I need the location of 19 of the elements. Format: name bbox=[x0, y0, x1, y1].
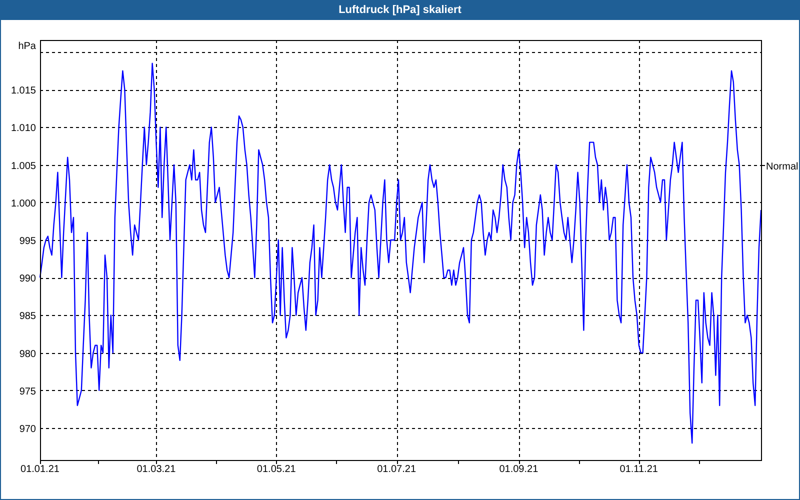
x-tick-label: 01.11.21 bbox=[620, 464, 658, 475]
y-tick-label: 1.015 bbox=[10, 86, 36, 97]
y-tick-label: 970 bbox=[19, 424, 36, 436]
window-title: Luftdruck [hPa] skaliert bbox=[1, 0, 799, 20]
y-tick-label: 975 bbox=[19, 386, 36, 398]
y-tick-label: 985 bbox=[19, 311, 36, 322]
y-axis-unit: hPa bbox=[18, 41, 36, 52]
x-tick-label: 01.07.21 bbox=[377, 464, 416, 475]
y-tick-label: 995 bbox=[19, 236, 36, 248]
annotation-label: Normal bbox=[766, 162, 798, 172]
x-tick-label: 01.01.21 bbox=[20, 464, 60, 475]
x-tick-label: 01.05.21 bbox=[256, 464, 296, 475]
x-tick-label: 01.03.21 bbox=[136, 464, 176, 475]
x-tick-label: 01.09.21 bbox=[499, 464, 538, 475]
y-tick-label: 980 bbox=[19, 348, 36, 360]
y-tick-label: 990 bbox=[19, 274, 36, 285]
y-tick-label: 1.005 bbox=[10, 160, 36, 172]
y-tick-label: 1.010 bbox=[10, 123, 36, 134]
y-tick-label: 1.000 bbox=[10, 198, 36, 210]
